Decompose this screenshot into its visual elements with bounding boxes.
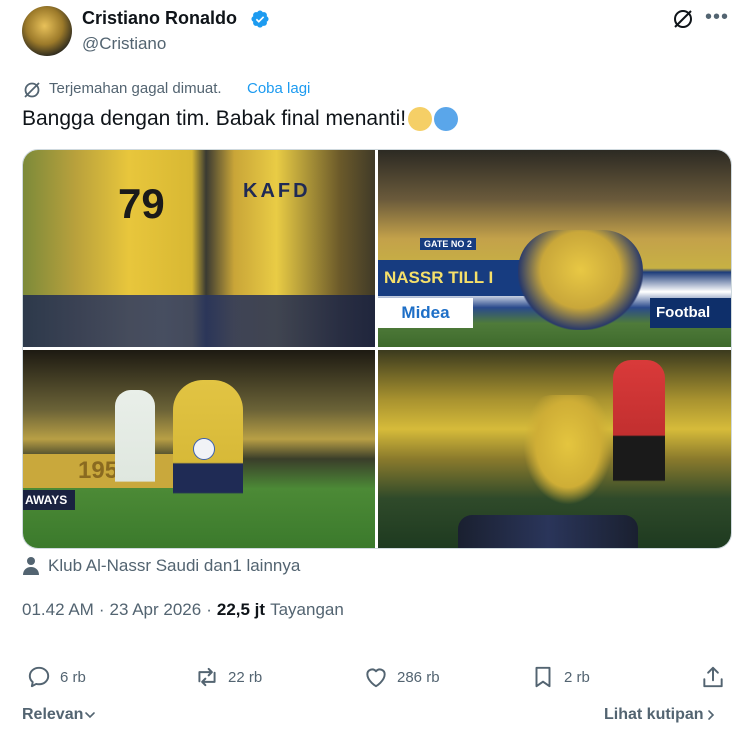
- share-button[interactable]: [700, 664, 734, 690]
- view-quotes-label: Lihat kutipan: [604, 706, 704, 723]
- views-label: Tayangan: [270, 600, 344, 619]
- bookmark-icon: [535, 666, 551, 688]
- photo-1[interactable]: 79 KAFD: [23, 150, 375, 347]
- yellow-heart-icon: [408, 107, 433, 131]
- tweet-text-body: Bangga dengan tim. Babak final menanti!: [22, 107, 407, 130]
- heart-icon: [366, 668, 386, 688]
- like-count: 286 rb: [397, 668, 440, 686]
- ad-board-1: Midea: [378, 298, 473, 328]
- bookmark-count: 2 rb: [564, 668, 590, 686]
- meta-separator: ·: [98, 600, 105, 619]
- chevron-down-icon: [85, 712, 96, 719]
- bookmark-button[interactable]: 2 rb: [530, 664, 590, 690]
- ad-board-2: Footbal: [650, 298, 731, 328]
- repost-icon: [198, 667, 216, 687]
- author-handle[interactable]: @Cristiano: [82, 34, 166, 54]
- tagged-accounts[interactable]: Klub Al-Nassr Saudi dan1 lainnya: [22, 556, 300, 576]
- views-count: 22,5 jt: [216, 600, 266, 619]
- verified-badge-icon: [251, 10, 269, 28]
- photo-4[interactable]: [378, 350, 731, 548]
- shirt-number: 79: [118, 180, 165, 227]
- shirt-sponsor: KAFD: [243, 180, 311, 202]
- reply-count: 6 rb: [60, 668, 86, 686]
- repost-count: 22 rb: [228, 668, 263, 686]
- blue-heart-icon: [434, 107, 459, 131]
- sort-label: Relevan: [22, 706, 84, 723]
- grok-icon[interactable]: [670, 6, 696, 32]
- like-button[interactable]: 286 rb: [363, 664, 440, 690]
- photo-2[interactable]: GATE NO 2 NASSR TILL I Midea Footbal: [378, 150, 731, 347]
- sort-dropdown[interactable]: Relevan: [22, 706, 97, 724]
- stadium-board: NASSR TILL I: [378, 260, 534, 296]
- tagged-text[interactable]: Klub Al-Nassr Saudi dan1 lainnya: [48, 556, 300, 576]
- tweet-text: Bangga dengan tim. Babak final menanti!: [22, 107, 459, 131]
- author-name[interactable]: Cristiano Ronaldo: [82, 8, 237, 29]
- person-icon: [23, 557, 39, 575]
- meta-separator: ·: [206, 600, 212, 619]
- reply-button[interactable]: 6 rb: [26, 664, 86, 690]
- reply-icon: [28, 666, 50, 688]
- photo-3[interactable]: 1955 AWAYS: [23, 350, 375, 548]
- gate-banner: GATE NO 2: [420, 238, 476, 250]
- tweet-time[interactable]: 01.42 AM: [22, 600, 94, 620]
- avatar[interactable]: [22, 6, 72, 56]
- translation-status: Terjemahan gagal dimuat.: [49, 80, 222, 97]
- translation-retry-link[interactable]: Coba lagi: [247, 80, 310, 97]
- view-quotes-link[interactable]: Lihat kutipan: [604, 706, 718, 724]
- chevron-right-icon: [707, 710, 714, 720]
- more-options-icon[interactable]: •••: [705, 6, 731, 32]
- repost-button[interactable]: 22 rb: [194, 664, 262, 690]
- translate-icon: [24, 82, 40, 98]
- ad-board: AWAYS: [23, 490, 75, 510]
- tweet-meta: 01.42 AM · 23 Apr 2026 · 22,5 jt Tayanga…: [22, 600, 344, 620]
- share-icon: [703, 666, 723, 688]
- tweet-date[interactable]: 23 Apr 2026: [110, 600, 202, 620]
- photo-grid: 79 KAFD GATE NO 2 NASSR TILL I Midea Foo…: [22, 149, 732, 549]
